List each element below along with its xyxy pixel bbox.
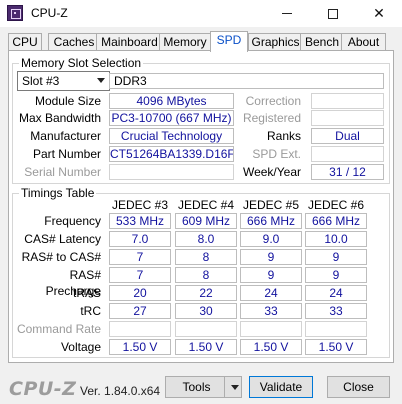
timings-cell: 7 <box>109 249 171 265</box>
timings-cell <box>109 321 171 337</box>
timings-column-header: JEDEC #4 <box>177 198 235 212</box>
timings-cell: 1.50 V <box>305 339 367 355</box>
timings-cell: 8 <box>175 267 237 283</box>
tab-spd[interactable]: SPD <box>210 31 248 52</box>
registered-label: Registered <box>242 111 301 125</box>
module-size-label: Module Size <box>34 94 101 108</box>
timings-cell <box>305 321 367 337</box>
timings-column-header: JEDEC #6 <box>307 198 365 212</box>
timings-cell: 24 <box>305 285 367 301</box>
part-number-field: CT51264BA1339.D16F <box>109 146 234 162</box>
tab-graphics[interactable]: Graphics <box>248 33 303 51</box>
serial-number-label: Serial Number <box>24 165 101 179</box>
max-bandwidth-label: Max Bandwidth <box>18 111 101 125</box>
maximize-icon <box>328 8 338 19</box>
max-bandwidth-field: PC3-10700 (667 MHz) <box>109 110 234 126</box>
maximize-button[interactable] <box>310 0 356 27</box>
timings-cell <box>175 321 237 337</box>
spd-ext-label: SPD Ext. <box>252 147 301 161</box>
memory-slot-group-title: Memory Slot Selection <box>19 56 144 70</box>
timings-cell: 533 MHz <box>109 213 171 229</box>
timings-cell: 22 <box>175 285 237 301</box>
timings-cell: 10.0 <box>305 231 367 247</box>
timings-cell: 9 <box>240 249 302 265</box>
serial-number-field <box>109 164 234 180</box>
tab-bench[interactable]: Bench <box>300 33 344 51</box>
part-number-label: Part Number <box>32 147 101 161</box>
timings-row-label: CAS# Latency <box>24 232 101 246</box>
manufacturer-label: Manufacturer <box>30 129 101 143</box>
tab-mainboard[interactable]: Mainboard <box>96 33 163 51</box>
manufacturer-field: Crucial Technology <box>109 128 234 144</box>
timings-cell: 666 MHz <box>240 213 302 229</box>
timings-cell: 1.50 V <box>109 339 171 355</box>
ranks-field: Dual <box>311 128 384 144</box>
tab-caches[interactable]: Caches <box>48 33 100 51</box>
timings-cell: 33 <box>240 303 302 319</box>
chevron-down-icon <box>231 385 239 390</box>
ranks-label: Ranks <box>266 129 301 143</box>
timings-cell: 666 MHz <box>305 213 367 229</box>
timings-cell: 20 <box>109 285 171 301</box>
timings-cell: 30 <box>175 303 237 319</box>
tools-dropdown-button[interactable] <box>224 376 242 398</box>
validate-button[interactable]: Validate <box>249 376 313 398</box>
cpuz-app-icon <box>7 5 23 21</box>
timings-row-label: Voltage <box>60 340 101 354</box>
timings-cell: 33 <box>305 303 367 319</box>
tab-about[interactable]: About <box>341 33 386 51</box>
title-bar: CPU-Z ✕ <box>0 0 402 27</box>
registered-field <box>311 110 384 126</box>
timings-cell: 9 <box>240 267 302 283</box>
minimize-button[interactable] <box>264 0 310 27</box>
timings-group-title: Timings Table <box>19 186 97 200</box>
close-button[interactable]: Close <box>327 376 390 398</box>
correction-label: Correction <box>245 94 301 108</box>
timings-cell: 27 <box>109 303 171 319</box>
minimize-icon <box>282 13 292 14</box>
bottom-bar: CPU-Z Ver. 1.84.0.x64 Tools Validate Clo… <box>0 368 402 404</box>
timings-cell: 1.50 V <box>175 339 237 355</box>
chevron-down-icon <box>97 78 105 83</box>
spd-ext-field <box>311 146 384 162</box>
module-size-field: 4096 MBytes <box>109 93 234 109</box>
tab-memory[interactable]: Memory <box>159 33 211 51</box>
timings-cell: 9.0 <box>240 231 302 247</box>
timings-cell: 7.0 <box>109 231 171 247</box>
timings-cell: 8 <box>175 249 237 265</box>
memory-type-field: DDR3 <box>109 73 384 89</box>
slot-select-value: Slot #3 <box>22 74 60 88</box>
window-title: CPU-Z <box>31 6 68 20</box>
timings-column-header: JEDEC #5 <box>242 198 300 212</box>
correction-field <box>311 93 384 109</box>
slot-select[interactable]: Slot #3 <box>17 71 110 91</box>
timings-cell: 1.50 V <box>240 339 302 355</box>
timings-cell: 9 <box>305 267 367 283</box>
week-year-field: 31 / 12 <box>311 164 384 180</box>
timings-cell: 24 <box>240 285 302 301</box>
timings-cell: 609 MHz <box>175 213 237 229</box>
timings-cell <box>240 321 302 337</box>
timings-cell: 9 <box>305 249 367 265</box>
tools-button[interactable]: Tools <box>165 376 228 398</box>
timings-cell: 7 <box>109 267 171 283</box>
timings-row-label: Command Rate <box>16 322 101 336</box>
timings-row-label: tRC <box>80 304 101 318</box>
timings-row-label: tRAS <box>72 286 101 300</box>
timings-row-label: Frequency <box>44 214 101 228</box>
tab-cpu[interactable]: CPU <box>8 33 42 51</box>
close-icon: ✕ <box>373 5 385 21</box>
timings-cell: 8.0 <box>175 231 237 247</box>
version-label: Ver. 1.84.0.x64 <box>80 384 161 398</box>
close-window-button[interactable]: ✕ <box>356 0 402 27</box>
cpuz-brand-logo: CPU-Z <box>9 378 77 400</box>
timings-row-label: RAS# to CAS# <box>21 250 101 264</box>
timings-column-header: JEDEC #3 <box>111 198 169 212</box>
week-year-label: Week/Year <box>242 165 301 179</box>
